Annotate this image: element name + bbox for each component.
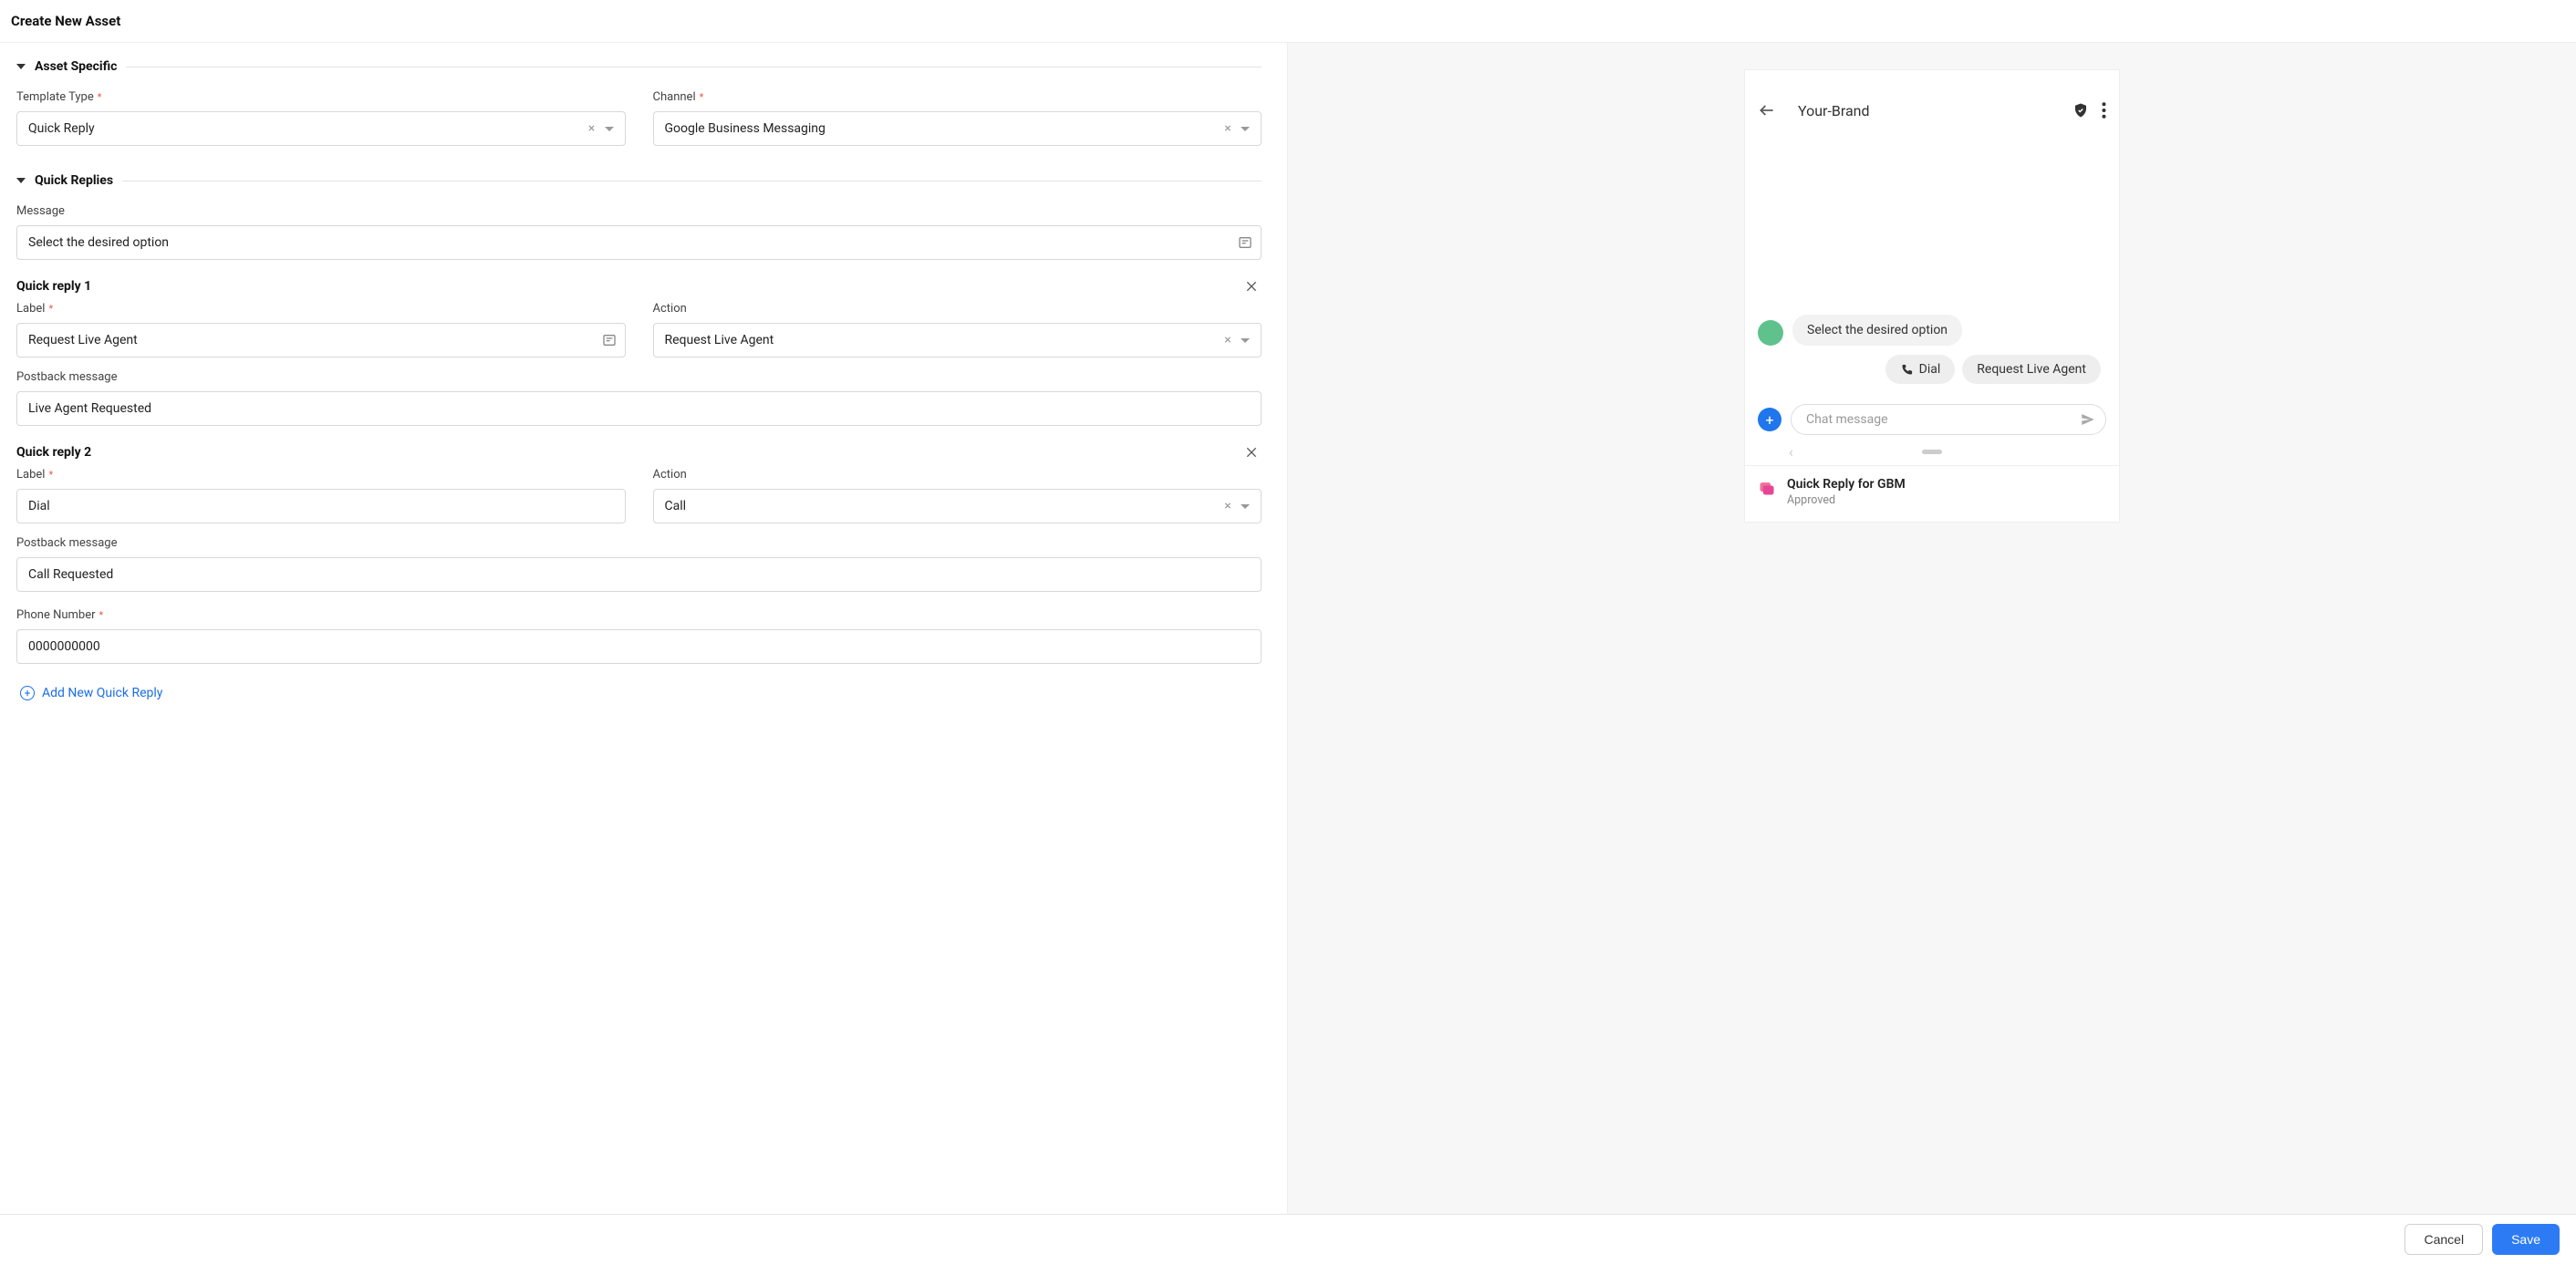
chip-live-agent: Request Live Agent [1962,355,2101,384]
avatar [1758,320,1783,346]
phone-icon [1900,363,1914,377]
nav-back-icon: ‹ [1789,443,1793,461]
phone-mock: Your-Brand Select the des [1745,70,2119,465]
chevron-down-icon [1241,338,1250,343]
preview-title: Quick Reply for GBM [1787,477,1906,492]
message-input[interactable] [16,225,1262,260]
required-marker: * [700,91,704,103]
form-pane: Asset Specific Template Type * Quick Rep… [0,43,1288,1216]
postback-label: Postback message [16,370,1262,384]
action-label: Action [653,468,1262,482]
template-type-select[interactable]: Quick Reply × [16,111,626,146]
quick-reply-1: Quick reply 1 Label * [16,276,1262,426]
qr1-postback-input[interactable] [16,391,1262,426]
message-row: Select the desired option [1758,315,2106,346]
required-marker: * [98,91,102,103]
section-title: Quick Replies [35,173,113,188]
label-label: Label * [16,468,626,482]
save-button[interactable]: Save [2492,1224,2560,1255]
section-quick-replies-toggle[interactable]: Quick Replies [16,173,1262,188]
chevron-down-icon [605,127,614,131]
preview-pane: Your-Brand Select the des [1288,43,2576,1216]
chevron-down-icon [1241,127,1250,131]
label-text: Label [16,468,45,482]
home-indicator-icon [1922,450,1942,454]
plus-circle-icon: + [20,686,35,700]
clear-icon[interactable]: × [1222,501,1233,512]
quick-reply-chips: Dial Request Live Agent [1758,355,2106,384]
remove-quick-reply-button[interactable] [1241,442,1262,462]
send-icon [2080,411,2096,428]
kebab-menu-icon [2102,102,2106,119]
preview-footer: Quick Reply for GBM Approved [1745,465,2119,522]
chevron-down-icon [1241,504,1250,509]
qr2-action-select[interactable]: Call × [653,489,1262,523]
token-picker-icon[interactable] [602,333,617,347]
verified-shield-icon [2072,102,2089,119]
brand-name: Your-Brand [1789,102,2060,119]
postback-label: Postback message [16,536,1262,550]
channel-select[interactable]: Google Business Messaging × [653,111,1262,146]
select-value: Quick Reply [28,121,95,136]
qr2-postback-input[interactable] [16,557,1262,592]
select-value: Google Business Messaging [665,121,826,136]
clear-icon[interactable]: × [587,123,597,134]
preview-card: Your-Brand Select the des [1745,70,2119,522]
caret-down-icon [16,178,26,183]
page-title: Create New Asset [0,0,2576,42]
quick-reply-title: Quick reply 1 [16,279,91,294]
qr2-phone-input[interactable] [16,629,1262,664]
label-text: Template Type [16,90,94,104]
compose-row: + Chat message [1745,404,2119,442]
chip-label: Request Live Agent [1977,362,2086,377]
cancel-button[interactable]: Cancel [2405,1224,2483,1255]
template-type-label: Template Type * [16,90,626,104]
preview-status: Approved [1787,493,1906,507]
token-picker-icon[interactable] [1238,235,1252,250]
select-value: Call [665,499,687,513]
required-marker: * [48,303,53,315]
required-marker: * [48,469,53,481]
compose-input: Chat message [1791,404,2106,435]
message-bubble: Select the desired option [1792,315,1962,346]
back-arrow-icon [1758,101,1776,119]
quick-reply-2: Quick reply 2 Label * Action Call [16,442,1262,664]
asset-type-icon [1758,479,1776,497]
quick-reply-title: Quick reply 2 [16,445,91,460]
label-label: Label * [16,302,626,316]
device-nav-bar: ‹ [1745,442,2119,465]
section-title: Asset Specific [35,59,117,74]
section-asset-specific-toggle[interactable]: Asset Specific [16,59,1262,74]
add-quick-reply-button[interactable]: + Add New Quick Reply [16,680,1262,706]
caret-down-icon [16,64,26,69]
qr2-label-input[interactable] [16,489,626,523]
chip-dial: Dial [1885,355,1956,384]
compose-plus-icon: + [1758,408,1781,431]
remove-quick-reply-button[interactable] [1241,276,1262,296]
chip-label: Dial [1919,362,1941,377]
label-text: Label [16,302,45,316]
required-marker: * [99,609,104,621]
footer-bar: Cancel Save [0,1214,2576,1264]
label-text: Channel [653,90,696,104]
phone-number-label: Phone Number * [16,608,1262,622]
qr1-label-input[interactable] [16,323,626,357]
action-label: Action [653,302,1262,316]
compose-placeholder: Chat message [1806,412,1888,427]
qr1-action-select[interactable]: Request Live Agent × [653,323,1262,357]
select-value: Request Live Agent [665,333,774,347]
clear-icon[interactable]: × [1222,123,1233,134]
add-link-text: Add New Quick Reply [42,686,162,700]
label-text: Phone Number [16,608,96,622]
clear-icon[interactable]: × [1222,335,1233,346]
message-label: Message [16,204,1262,218]
channel-label: Channel * [653,90,1262,104]
